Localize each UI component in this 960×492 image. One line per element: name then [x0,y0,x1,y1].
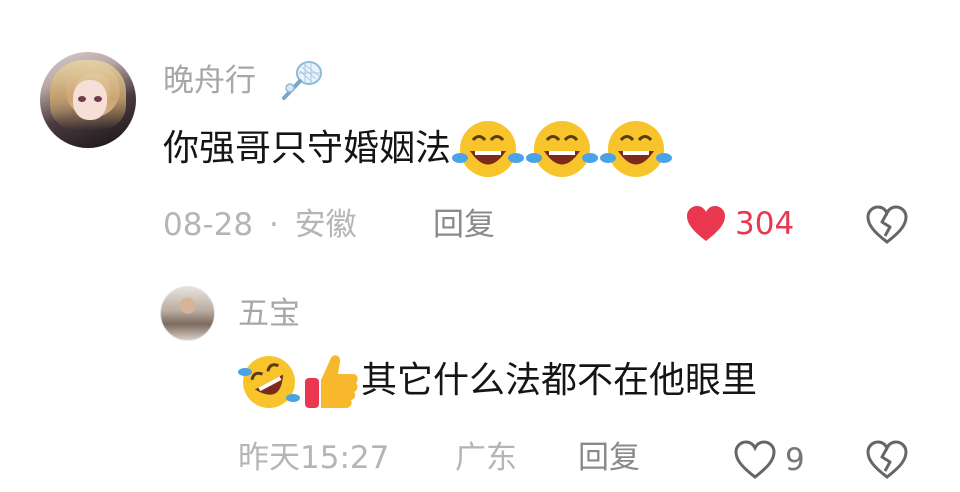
dislike-icon[interactable] [865,205,909,245]
heart-outline-icon [734,440,776,479]
reply-like-count: 9 [785,441,805,478]
heart-filled-icon [687,206,725,241]
reply-button[interactable]: 回复 [433,210,495,241]
like-button[interactable]: 304 [685,205,794,243]
comment-body: 你强哥只守婚姻法 [163,118,673,180]
reply-username[interactable]: 五宝 [238,299,300,330]
meta-separator: · [268,207,279,243]
comment-username[interactable]: 晚舟行 [163,66,256,97]
dislike-icon[interactable] [865,440,909,480]
tears-of-joy-emoji [600,121,673,177]
thumbs-up-emoji [305,355,358,408]
tears-of-joy-emoji [526,121,599,177]
badminton-racket-icon [282,61,322,100]
reply-text: 其它什么法都不在他眼里 [361,360,758,401]
reply-body: 其它什么法都不在他眼里 [237,350,757,412]
avatar-eye [78,96,86,102]
comment-meta: 08-28 · 安徽 [163,210,357,241]
avatar[interactable] [40,52,136,148]
reply-like-button[interactable]: 9 [733,440,805,480]
rolling-laughing-emoji [238,356,300,408]
reply-location: 广东 [455,440,517,476]
comment-date: 08-28 [163,207,254,243]
like-count: 304 [735,205,795,242]
reply-reply-button[interactable]: 回复 [578,443,640,474]
comment-text: 你强哥只守婚姻法 [163,128,452,169]
reply-time: 昨天15:27 [238,440,390,476]
avatar-eye [94,96,102,102]
comment-location: 安徽 [294,207,357,243]
reply-avatar[interactable] [160,286,215,341]
tears-of-joy-emoji [452,121,525,177]
